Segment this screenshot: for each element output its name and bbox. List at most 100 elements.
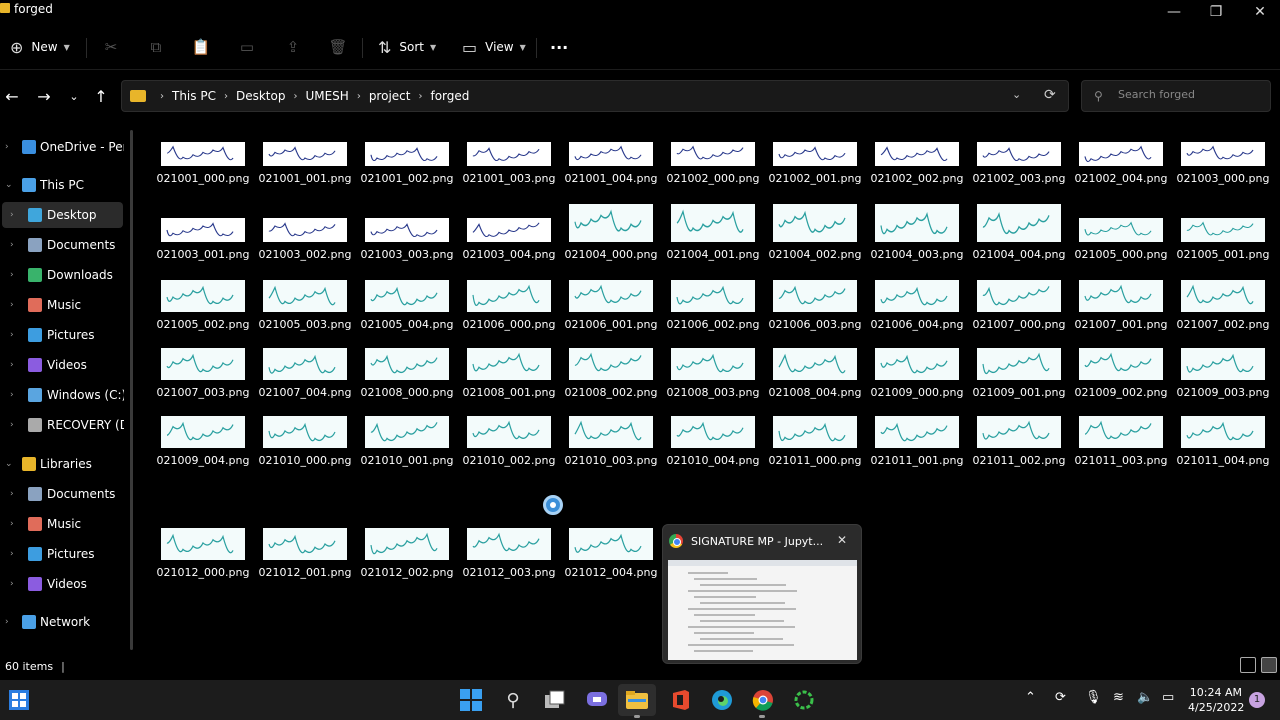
sidebar-item-onedrive-perso[interactable]: › OneDrive - Perso xyxy=(0,134,128,160)
chevron-right-icon[interactable]: › xyxy=(10,489,14,499)
recent-locations-button[interactable]: ⌄ xyxy=(62,84,86,108)
sidebar-item-network[interactable]: › Network xyxy=(0,609,128,635)
file-item[interactable]: 021006_004.png xyxy=(866,270,968,340)
file-item[interactable]: 021010_004.png xyxy=(662,406,764,476)
refresh-icon[interactable]: ⟳ xyxy=(1044,87,1056,103)
file-item[interactable]: 021005_002.png xyxy=(152,270,254,340)
new-button[interactable]: ⊕ New ▼ xyxy=(10,34,70,60)
taskbar-thumbnail-preview[interactable]: SIGNATURE MP - Jupyt... ✕ xyxy=(662,524,862,664)
file-item[interactable]: 021003_004.png xyxy=(458,200,560,270)
rename-icon[interactable]: ▭ xyxy=(236,36,258,58)
sidebar-item-pictures[interactable]: › Pictures xyxy=(0,322,128,348)
file-item[interactable]: 021012_000.png xyxy=(152,518,254,588)
chevron-right-icon[interactable]: › xyxy=(10,270,14,280)
battery-icon[interactable]: ▭ xyxy=(1162,690,1174,705)
chevron-right-icon[interactable]: › xyxy=(10,549,14,559)
sidebar-scrollbar[interactable] xyxy=(130,130,133,650)
sidebar-item-documents[interactable]: › Documents xyxy=(0,232,128,258)
file-item[interactable]: 021008_002.png xyxy=(560,338,662,408)
breadcrumb-item[interactable]: Desktop xyxy=(236,89,286,103)
chevron-right-icon[interactable]: › xyxy=(5,617,9,627)
file-item[interactable]: 021003_002.png xyxy=(254,200,356,270)
sidebar-item-videos[interactable]: › Videos xyxy=(0,571,128,597)
start-icon[interactable] xyxy=(459,688,483,712)
chrome-icon[interactable] xyxy=(751,688,775,712)
file-item[interactable]: 021009_002.png xyxy=(1070,338,1172,408)
breadcrumb-separator-icon[interactable]: › xyxy=(418,91,422,102)
breadcrumb-item[interactable]: forged xyxy=(430,89,469,103)
chevron-right-icon[interactable]: › xyxy=(10,579,14,589)
wifi-icon[interactable]: ≋ xyxy=(1113,690,1124,705)
teams-chat-icon[interactable] xyxy=(585,688,609,712)
file-item[interactable]: 021005_000.png xyxy=(1070,200,1172,270)
breadcrumb-item[interactable]: project xyxy=(369,89,411,103)
file-item[interactable]: 021003_001.png xyxy=(152,200,254,270)
search-icon[interactable]: ⚲ xyxy=(501,688,525,712)
file-item[interactable]: 021007_003.png xyxy=(152,338,254,408)
notification-badge[interactable]: 1 xyxy=(1249,692,1265,708)
maximize-button[interactable]: ❐ xyxy=(1194,0,1238,24)
view-button[interactable]: ▭ View ▼ xyxy=(462,34,526,60)
sidebar-item-recovery-d[interactable]: › RECOVERY (D:) xyxy=(0,412,128,438)
file-item[interactable]: 021011_002.png xyxy=(968,406,1070,476)
sidebar-item-libraries[interactable]: ⌄ Libraries xyxy=(0,451,128,477)
file-item[interactable]: 021006_000.png xyxy=(458,270,560,340)
chevron-right-icon[interactable]: › xyxy=(5,142,9,152)
sync-icon[interactable]: ⟳ xyxy=(1055,690,1066,705)
sidebar-item-documents[interactable]: › Documents xyxy=(0,481,128,507)
task-view-icon[interactable] xyxy=(543,688,567,712)
search-input[interactable] xyxy=(1118,88,1266,101)
sidebar-item-videos[interactable]: › Videos xyxy=(0,352,128,378)
file-item[interactable]: 021009_000.png xyxy=(866,338,968,408)
sort-button[interactable]: ⇅ Sort ▼ xyxy=(378,34,436,60)
file-item[interactable]: 021003_000.png xyxy=(1172,124,1274,194)
file-item[interactable]: 021002_002.png xyxy=(866,124,968,194)
file-item[interactable]: 021007_004.png xyxy=(254,338,356,408)
file-item[interactable]: 021001_001.png xyxy=(254,124,356,194)
file-item[interactable]: 021009_004.png xyxy=(152,406,254,476)
file-item[interactable]: 021005_004.png xyxy=(356,270,458,340)
file-item[interactable]: 021001_002.png xyxy=(356,124,458,194)
file-item[interactable]: 021001_004.png xyxy=(560,124,662,194)
file-item[interactable]: 021004_001.png xyxy=(662,200,764,270)
search-box[interactable]: ⚲ xyxy=(1081,80,1271,112)
file-item[interactable]: 021004_004.png xyxy=(968,200,1070,270)
file-item[interactable]: 021004_000.png xyxy=(560,200,662,270)
office-icon[interactable] xyxy=(669,688,693,712)
up-button[interactable]: ↑ xyxy=(89,84,113,108)
file-item[interactable]: 021011_004.png xyxy=(1172,406,1274,476)
file-item[interactable]: 021002_003.png xyxy=(968,124,1070,194)
sidebar-item-music[interactable]: › Music xyxy=(0,511,128,537)
file-item[interactable]: 021012_001.png xyxy=(254,518,356,588)
forward-button[interactable]: → xyxy=(32,84,56,108)
loading-app-icon[interactable] xyxy=(792,688,816,712)
paste-icon[interactable]: 📋 xyxy=(190,36,212,58)
file-item[interactable]: 021007_000.png xyxy=(968,270,1070,340)
file-item[interactable]: 021004_003.png xyxy=(866,200,968,270)
chevron-right-icon[interactable]: › xyxy=(10,210,14,220)
close-button[interactable]: ✕ xyxy=(1238,0,1280,24)
file-item[interactable]: 021008_000.png xyxy=(356,338,458,408)
file-item[interactable]: 021002_004.png xyxy=(1070,124,1172,194)
file-item[interactable]: 021010_002.png xyxy=(458,406,560,476)
file-item[interactable]: 021003_003.png xyxy=(356,200,458,270)
file-item[interactable]: 021009_003.png xyxy=(1172,338,1274,408)
volume-icon[interactable]: 🔈 xyxy=(1137,690,1153,705)
file-item[interactable]: 021008_003.png xyxy=(662,338,764,408)
file-item[interactable]: 021002_001.png xyxy=(764,124,866,194)
show-hidden-icons-chevron-icon[interactable]: ⌃ xyxy=(1025,690,1036,705)
copy-icon[interactable]: ⧉ xyxy=(145,36,167,58)
chevron-right-icon[interactable]: › xyxy=(10,240,14,250)
file-item[interactable]: 021001_000.png xyxy=(152,124,254,194)
file-item[interactable]: 021011_000.png xyxy=(764,406,866,476)
file-item[interactable]: 021005_003.png xyxy=(254,270,356,340)
preview-close-button[interactable]: ✕ xyxy=(837,533,847,547)
file-item[interactable]: 021007_002.png xyxy=(1172,270,1274,340)
chevron-right-icon[interactable]: › xyxy=(10,360,14,370)
file-item[interactable]: 021009_001.png xyxy=(968,338,1070,408)
sidebar-item-desktop[interactable]: › Desktop xyxy=(2,202,123,228)
back-button[interactable]: ← xyxy=(0,84,24,108)
file-item[interactable]: 021004_002.png xyxy=(764,200,866,270)
file-item[interactable]: 021006_003.png xyxy=(764,270,866,340)
chevron-right-icon[interactable]: › xyxy=(10,300,14,310)
